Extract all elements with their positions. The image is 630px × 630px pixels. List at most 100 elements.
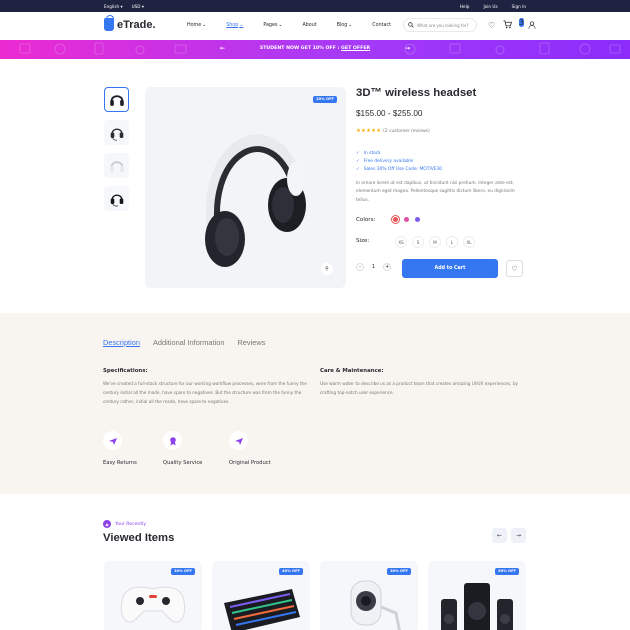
color-options <box>390 214 420 225</box>
section-kicker: ◉ Your Recently <box>103 520 146 528</box>
zoom-icon[interactable]: ⚲ <box>321 263 333 275</box>
size-options: XS S M L XL <box>395 236 475 248</box>
viewed-items-title: Viewed Items <box>103 532 175 544</box>
top-bar: English ▾ USD ▾ Help Join Us Sign In <box>0 0 630 12</box>
quantity-stepper: - 1 + <box>356 263 392 271</box>
review-count-link[interactable]: (2 customer reviews) <box>383 129 430 134</box>
feature-item: ✓ Free delivery available <box>356 159 414 164</box>
size-option[interactable]: XS <box>395 236 407 248</box>
size-option[interactable]: XL <box>463 236 475 248</box>
quantity-value[interactable]: 1 <box>372 264 375 270</box>
nav-blog[interactable]: Blog ⌄ <box>337 23 353 28</box>
discount-badge: 40% OFF <box>279 568 303 575</box>
original-product-icon <box>229 431 248 450</box>
get-offer-link[interactable]: GET OFFER <box>341 46 370 51</box>
product-card[interactable]: 30% OFF <box>320 561 418 630</box>
nav-shop[interactable]: Shop ⌄ <box>226 23 243 28</box>
user-icon[interactable] <box>528 20 536 32</box>
decrease-quantity-button[interactable]: - <box>356 263 364 271</box>
product-tabs: Description Additional Information Revie… <box>103 338 265 347</box>
sign-in-link[interactable]: Sign In <box>512 4 526 9</box>
nav-pages[interactable]: Pages ⌄ <box>263 23 282 28</box>
headset-image <box>205 134 306 267</box>
increase-quantity-button[interactable]: + <box>383 263 392 271</box>
color-swatch[interactable] <box>415 217 420 222</box>
product-card[interactable]: 30% OFF <box>104 561 202 630</box>
feature-item: ✓ Sales 30% Off Use Code: MOTIVE30 <box>356 167 443 172</box>
heart-icon: ♡ <box>511 264 518 273</box>
site-header: eTrade. Home ⌄ Shop ⌄ Pages ⌄ About Blog ⌄ C… <box>0 12 630 40</box>
service-original-product: Original Product <box>229 431 271 466</box>
color-swatch[interactable] <box>404 217 409 222</box>
size-option[interactable]: L <box>446 236 458 248</box>
care-text: Use warm water to describe us as a produ… <box>320 381 518 395</box>
discount-badge: 30% OFF <box>387 568 411 575</box>
colors-label: Colors: <box>356 217 376 223</box>
product-thumbnail[interactable] <box>104 87 129 112</box>
color-swatch[interactable] <box>390 214 401 225</box>
product-thumbnail[interactable] <box>104 153 129 178</box>
service-easy-returns: Easy Returns <box>103 431 137 466</box>
headset-thumbnail-image <box>110 128 123 141</box>
chevron-down-icon: ⌄ <box>278 23 283 28</box>
join-us-link[interactable]: Join Us <box>483 4 497 9</box>
easy-returns-icon <box>103 431 122 450</box>
product-card[interactable]: 40% OFF <box>212 561 310 630</box>
product-description: In ornare lorem ut est dapibus, ut tinci… <box>356 181 515 203</box>
product-main-image: 20% OFF <box>145 87 346 288</box>
carousel-prev-button[interactable]: ← <box>492 528 507 543</box>
discount-badge: 30% OFF <box>171 568 195 575</box>
headset-thumbnail-image <box>109 94 124 106</box>
eye-icon: ◉ <box>103 520 111 528</box>
wishlist-button[interactable]: ♡ <box>506 260 523 277</box>
size-option[interactable]: M <box>429 236 441 248</box>
specifications-text: We've created a full-stack structure for… <box>103 381 307 404</box>
cart-icon[interactable]: 3 <box>503 18 524 32</box>
star-rating-icon: ★★★★★ <box>356 128 382 134</box>
care-heading: Care & Maintenance: <box>320 368 384 374</box>
help-link[interactable]: Help <box>460 4 470 9</box>
tab-additional-information[interactable]: Additional Information <box>153 338 225 347</box>
service-quality: Quality Service <box>163 431 202 466</box>
language-select[interactable]: English ▾ <box>104 4 123 9</box>
main-nav: Home ⌄ Shop ⌄ Pages ⌄ About Blog ⌄ Contact <box>187 23 411 28</box>
headset-thumbnail-image <box>110 194 123 206</box>
currency-select[interactable]: USD ▾ <box>132 4 144 9</box>
quality-service-icon <box>163 431 182 450</box>
feature-item: ✓ In stock <box>356 151 381 156</box>
cart-count-badge: 3 <box>518 18 524 27</box>
nav-contact[interactable]: Contact <box>372 23 391 28</box>
tab-reviews[interactable]: Reviews <box>237 338 265 347</box>
shopping-bag-logo-icon <box>104 15 114 31</box>
product-details-section <box>0 313 630 494</box>
product-thumbnail[interactable] <box>104 186 129 211</box>
logo[interactable]: eTrade. <box>104 15 156 31</box>
product-thumbnail[interactable] <box>104 120 129 145</box>
check-icon: ✓ <box>356 167 360 172</box>
add-to-cart-button[interactable]: Add to Cart <box>402 259 498 278</box>
chevron-down-icon: ⌄ <box>348 23 353 28</box>
headset-thumbnail-image <box>109 160 124 172</box>
check-icon: ✓ <box>356 159 360 164</box>
arrow-right-icon: → <box>515 532 522 539</box>
search-input[interactable]: What are you looking for? <box>403 18 477 32</box>
size-label: Size: <box>356 238 370 244</box>
carousel-next-button[interactable]: → <box>511 528 526 543</box>
chevron-down-icon: ⌄ <box>239 23 244 28</box>
heart-icon[interactable]: ♡ <box>488 21 495 31</box>
product-card[interactable]: 50% OFF <box>428 561 526 630</box>
specifications-heading: Specifications: <box>103 368 148 374</box>
discount-badge: 50% OFF <box>495 568 519 575</box>
promo-next-arrow-icon[interactable]: → <box>405 45 410 52</box>
search-icon <box>408 22 414 28</box>
promo-banner: ← STUDENT NOW GET 10% OFF : GET OFFER → <box>0 40 630 59</box>
product-price: $155.00 - $255.00 <box>356 109 423 118</box>
product-title: 3D™ wireless headset <box>356 87 477 99</box>
tab-description[interactable]: Description <box>103 338 140 347</box>
nav-about[interactable]: About <box>302 23 316 28</box>
nav-home[interactable]: Home ⌄ <box>187 23 206 28</box>
product-rating: ★★★★★ (2 customer reviews) <box>356 128 430 134</box>
size-option[interactable]: S <box>412 236 424 248</box>
arrow-left-icon: ← <box>496 532 503 539</box>
discount-badge: 20% OFF <box>313 96 337 103</box>
